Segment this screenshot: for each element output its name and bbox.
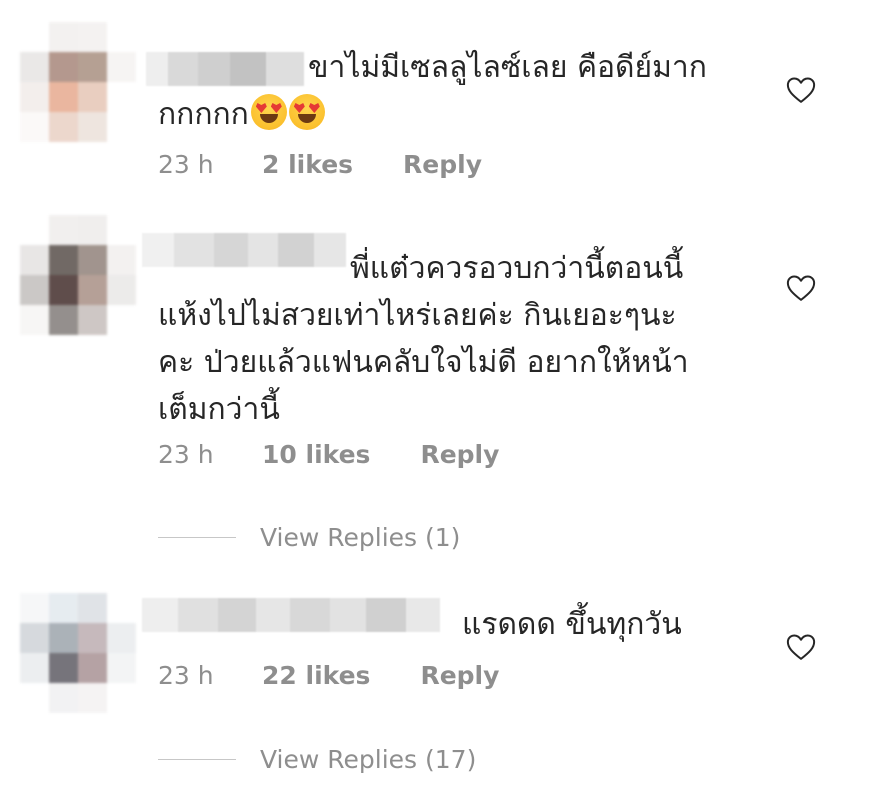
comment-line: เต็มกว่านี้ [158, 392, 280, 427]
timestamp: 23 h [158, 660, 214, 690]
comment-meta: 23 h 2 likes Reply [158, 147, 482, 181]
likes-count[interactable]: 10 likes [262, 440, 370, 469]
timestamp: 23 h [158, 149, 214, 179]
likes-count[interactable]: 22 likes [262, 661, 370, 690]
view-replies-button[interactable]: View Replies (17) [158, 742, 476, 776]
comment-text: พี่แต๋วควรอวบกว่านี้ตอนนี้ แห้งไปไม่สวยเ… [158, 245, 689, 433]
heart-outline-icon[interactable] [786, 274, 816, 302]
reply-button[interactable]: Reply [420, 440, 499, 469]
comment-line: แรดดด ขึ้นทุกวัน [462, 607, 682, 642]
timestamp: 23 h [158, 439, 214, 469]
comment-line: ขาไม่มีเซลลูไลซ์เลย คือดีย์มาก [308, 50, 707, 85]
avatar[interactable] [20, 22, 136, 142]
divider-line [158, 758, 236, 760]
likes-count[interactable]: 2 likes [262, 150, 353, 179]
view-replies-label: View Replies (1) [260, 522, 461, 552]
view-replies-button[interactable]: View Replies (1) [158, 520, 460, 554]
divider-line [158, 536, 236, 538]
heart-eyes-icon [250, 94, 287, 130]
reply-button[interactable]: Reply [403, 150, 482, 179]
comment-text: แรดดด ขึ้นทุกวัน [158, 601, 682, 648]
comment-line: พี่แต๋วควรอวบกว่านี้ตอนนี้ [350, 251, 684, 286]
view-replies-label: View Replies (17) [260, 744, 477, 774]
avatar[interactable] [20, 215, 136, 335]
comment-line: กกกกก [158, 97, 249, 132]
heart-outline-icon[interactable] [786, 76, 816, 104]
comment-line: แห้งไปไม่สวยเท่าไหร่เลยค่ะ กินเยอะๆนะ [158, 298, 677, 333]
heart-eyes-icon [288, 94, 325, 130]
comment-line: คะ ป่วยแล้วแฟนคลับใจไม่ดี อยากให้หน้า [158, 345, 689, 380]
comment-text: ขาไม่มีเซลลูไลซ์เลย คือดีย์มาก กกกกก [158, 44, 707, 138]
heart-outline-icon[interactable] [786, 633, 816, 661]
comment-meta: 23 h 22 likes Reply [158, 658, 499, 692]
comment-meta: 23 h 10 likes Reply [158, 437, 499, 471]
avatar[interactable] [20, 593, 136, 713]
reply-button[interactable]: Reply [420, 661, 499, 690]
